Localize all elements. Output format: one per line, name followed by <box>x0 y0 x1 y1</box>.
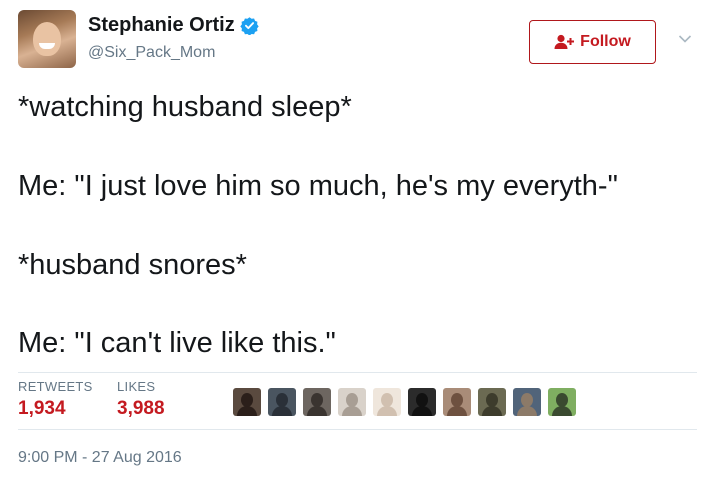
tweet-text-line: Me: "I can't live like this." <box>18 327 336 359</box>
avatar-face <box>33 22 61 56</box>
liker-avatar-head <box>486 393 498 407</box>
tweet-text-line: Me: "I just love him so much, he's my ev… <box>18 170 618 202</box>
liker-avatar-body <box>447 406 467 416</box>
liker-avatars <box>233 388 583 416</box>
liker-avatar[interactable] <box>513 388 541 416</box>
liker-avatar-head <box>276 393 288 407</box>
tweet-timestamp[interactable]: 9:00 PM - 27 Aug 2016 <box>18 449 182 467</box>
liker-avatar-head <box>346 393 358 407</box>
retweets-count[interactable]: 1,934 <box>18 398 66 420</box>
liker-avatar-body <box>377 406 397 416</box>
divider <box>18 372 697 373</box>
liker-avatar[interactable] <box>373 388 401 416</box>
likes-label[interactable]: LIKES <box>117 379 155 394</box>
liker-avatar-head <box>521 393 533 407</box>
liker-avatar[interactable] <box>268 388 296 416</box>
verified-badge-icon <box>240 17 259 35</box>
liker-avatar-body <box>482 406 502 416</box>
liker-avatar[interactable] <box>548 388 576 416</box>
liker-avatar[interactable] <box>408 388 436 416</box>
liker-avatar-body <box>552 406 572 416</box>
divider <box>18 429 697 430</box>
tweet-card: Stephanie Ortiz @Six_Pack_Mom Follow *wa… <box>0 0 715 477</box>
tweet-text-line: *husband snores* <box>18 249 247 281</box>
liker-avatar-head <box>241 393 253 407</box>
follow-button[interactable]: Follow <box>529 20 656 64</box>
liker-avatar-head <box>416 393 428 407</box>
liker-avatar[interactable] <box>443 388 471 416</box>
author-name-row: Stephanie Ortiz <box>88 14 259 37</box>
liker-avatar-head <box>311 393 323 407</box>
liker-avatar-head <box>381 393 393 407</box>
liker-avatar-body <box>517 406 537 416</box>
likes-count[interactable]: 3,988 <box>117 398 165 420</box>
author-display-name[interactable]: Stephanie Ortiz <box>88 14 235 37</box>
liker-avatar[interactable] <box>338 388 366 416</box>
retweets-label[interactable]: RETWEETS <box>18 379 93 394</box>
liker-avatar[interactable] <box>233 388 261 416</box>
liker-avatar-body <box>272 406 292 416</box>
tweet-text-line: *watching husband sleep* <box>18 91 352 123</box>
author-handle[interactable]: @Six_Pack_Mom <box>88 44 215 62</box>
liker-avatar-head <box>451 393 463 407</box>
liker-avatar-body <box>237 406 257 416</box>
follow-label: Follow <box>580 33 631 50</box>
add-user-icon <box>554 34 575 49</box>
liker-avatar[interactable] <box>478 388 506 416</box>
avatar[interactable] <box>18 10 76 68</box>
liker-avatar-body <box>412 406 432 416</box>
liker-avatar-head <box>556 393 568 407</box>
liker-avatar[interactable] <box>303 388 331 416</box>
liker-avatar-body <box>342 406 362 416</box>
chevron-down-icon[interactable] <box>678 34 692 44</box>
liker-avatar-body <box>307 406 327 416</box>
